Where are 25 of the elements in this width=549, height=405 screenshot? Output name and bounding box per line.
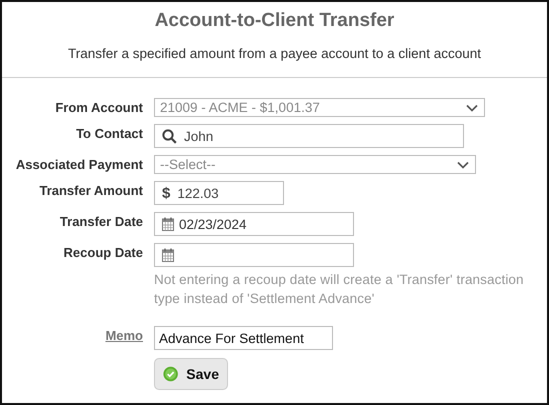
date-field[interactable] [154,243,354,267]
field-label: Transfer Date [60,214,143,229]
chevron-icon [457,160,469,168]
page-title: Account-to-Client Transfer [154,10,396,32]
page-subtitle: Transfer a specified amount from a payee account to a client account [67,46,482,61]
dropdown-field[interactable]: 21009 - ACME - $1,001.37 [154,98,485,117]
memo-field[interactable]: Advance For Settlement [154,326,333,350]
calendar-icon [162,248,174,262]
date-field[interactable]: 02/23/2024 [154,212,354,236]
dollar-icon: $ [162,184,170,202]
field-label: To Contact [76,126,143,141]
search-icon [162,128,177,144]
save-button[interactable]: Save [154,358,228,390]
checkmark-icon [163,365,178,383]
dropdown-field[interactable]: --Select-- [154,155,476,174]
field-label: Recoup Date [64,245,143,260]
search-field[interactable]: John [154,124,464,148]
hint-text: Not entering a recoup date will create a 'Transfer' transaction type instead of 'Settlement Advance' [154,271,525,308]
memo-link[interactable]: Memo [105,328,143,343]
amount-field[interactable]: $ 122.03 [154,181,284,205]
field-label: From Account [55,100,143,115]
chevron-icon [466,104,478,112]
field-label: Associated Payment [16,157,143,172]
calendar-icon [162,217,174,231]
field-label: Transfer Amount [39,183,143,198]
